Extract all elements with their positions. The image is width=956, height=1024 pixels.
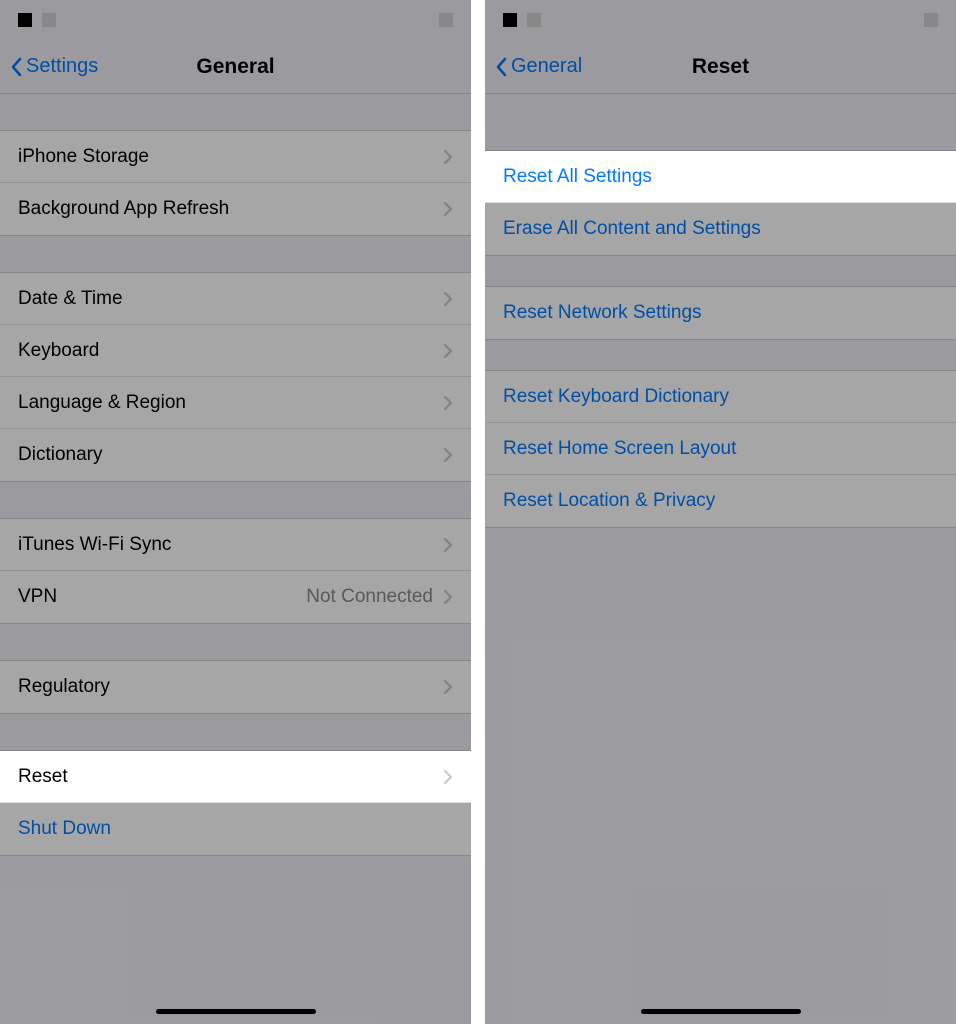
row-label: Reset Keyboard Dictionary [503,386,729,408]
row-dictionary[interactable]: Dictionary [0,429,471,481]
status-indicator-icon [439,13,453,27]
row-iphone-storage[interactable]: iPhone Storage [0,131,471,183]
chevron-right-icon [443,343,453,359]
chevron-right-icon [443,769,453,785]
row-label: Language & Region [18,392,186,414]
row-label: Reset All Settings [503,166,652,188]
row-erase-all-content[interactable]: Erase All Content and Settings [485,203,956,255]
row-background-app-refresh[interactable]: Background App Refresh [0,183,471,235]
status-indicator-icon [924,13,938,27]
content-general: iPhone Storage Background App Refresh Da… [0,94,471,1024]
status-indicator-icon [18,13,32,27]
chevron-left-icon [495,57,507,77]
row-label: Reset Network Settings [503,302,702,324]
status-indicator-icon [527,13,541,27]
row-reset-network-settings[interactable]: Reset Network Settings [485,287,956,339]
row-label: iPhone Storage [18,146,149,168]
back-button[interactable]: General [495,55,582,78]
chevron-right-icon [443,395,453,411]
back-label: General [511,55,582,78]
row-value: Not Connected [306,586,433,608]
chevron-right-icon [443,589,453,605]
status-bar [0,0,471,40]
back-label: Settings [26,55,98,78]
chevron-right-icon [443,679,453,695]
chevron-right-icon [443,447,453,463]
row-reset-home-screen-layout[interactable]: Reset Home Screen Layout [485,423,956,475]
row-date-time[interactable]: Date & Time [0,273,471,325]
row-reset-location-privacy[interactable]: Reset Location & Privacy [485,475,956,527]
row-label: Regulatory [18,676,110,698]
status-bar [485,0,956,40]
row-label: Reset [18,766,68,788]
row-label: VPN [18,586,57,608]
home-indicator[interactable] [641,1009,801,1014]
row-reset-keyboard-dictionary[interactable]: Reset Keyboard Dictionary [485,371,956,423]
row-label: iTunes Wi-Fi Sync [18,534,171,556]
row-keyboard[interactable]: Keyboard [0,325,471,377]
status-indicator-icon [503,13,517,27]
row-label: Date & Time [18,288,123,310]
row-reset[interactable]: Reset [0,751,471,803]
row-language-region[interactable]: Language & Region [0,377,471,429]
chevron-right-icon [443,201,453,217]
chevron-right-icon [443,291,453,307]
chevron-left-icon [10,57,22,77]
home-indicator[interactable] [156,1009,316,1014]
nav-bar: Settings General [0,40,471,94]
row-label: Reset Home Screen Layout [503,438,736,460]
row-regulatory[interactable]: Regulatory [0,661,471,713]
row-label: Keyboard [18,340,99,362]
row-itunes-wifi-sync[interactable]: iTunes Wi-Fi Sync [0,519,471,571]
row-shut-down[interactable]: Shut Down [0,803,471,855]
row-label: Dictionary [18,444,102,466]
status-indicator-icon [42,13,56,27]
row-vpn[interactable]: VPN Not Connected [0,571,471,623]
row-label: Erase All Content and Settings [503,218,761,240]
row-label: Background App Refresh [18,198,229,220]
phone-reset: General Reset Reset All Settings Erase A… [485,0,956,1024]
chevron-right-icon [443,149,453,165]
chevron-right-icon [443,537,453,553]
row-label: Reset Location & Privacy [503,490,715,512]
phone-general: Settings General iPhone Storage Backgrou… [0,0,471,1024]
row-reset-all-settings[interactable]: Reset All Settings [485,151,956,203]
back-button[interactable]: Settings [10,55,98,78]
content-reset: Reset All Settings Erase All Content and… [485,94,956,1024]
nav-bar: General Reset [485,40,956,94]
row-label: Shut Down [18,818,111,840]
